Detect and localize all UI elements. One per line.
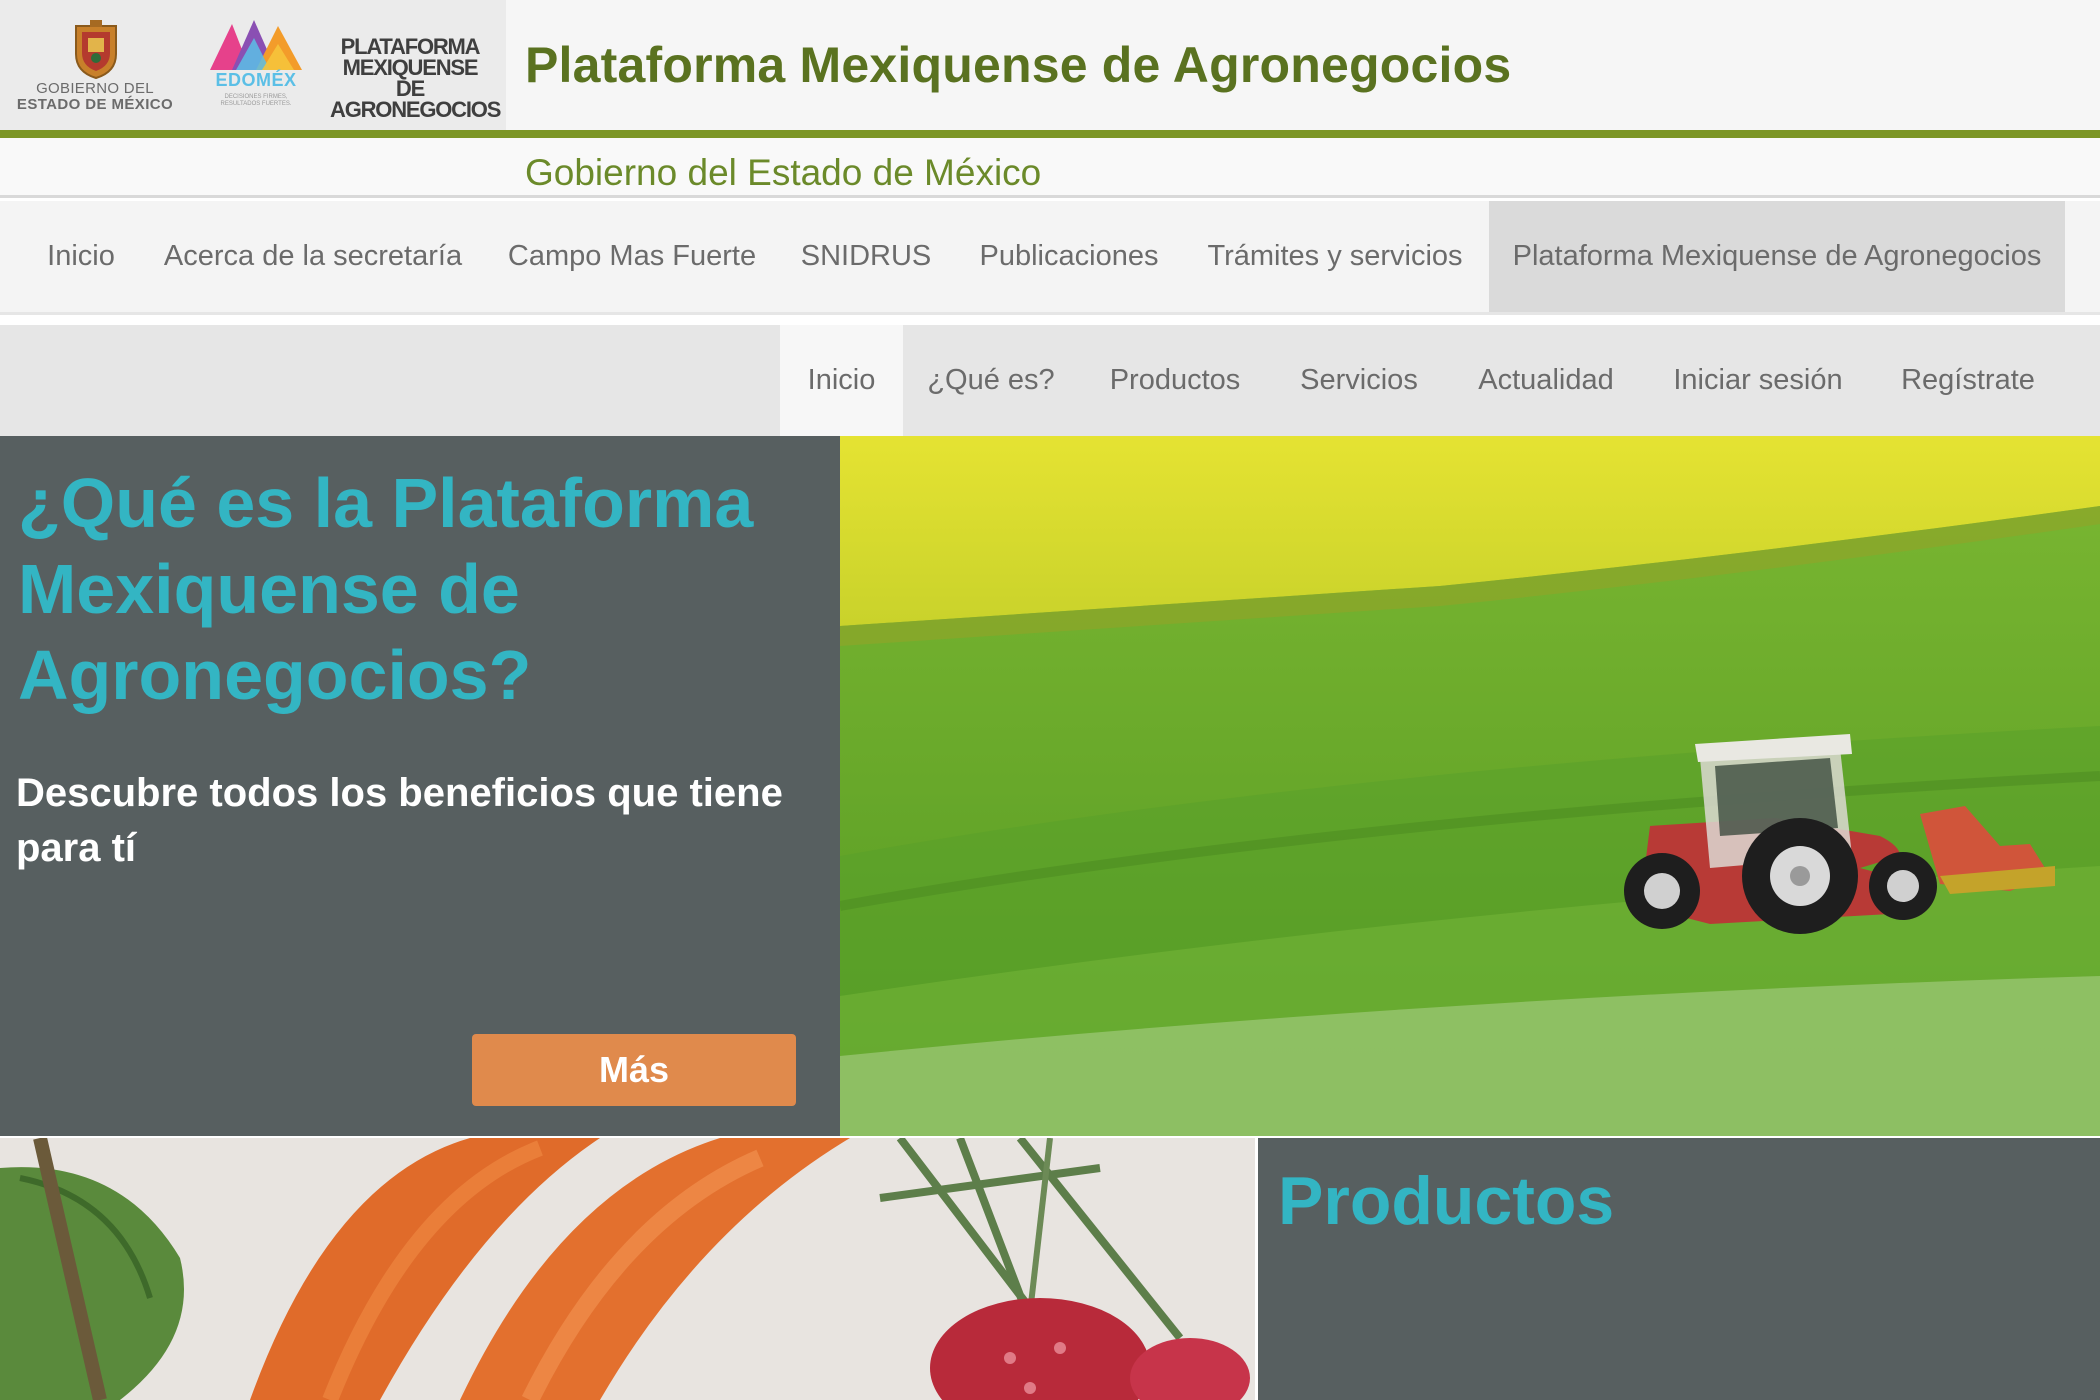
- tractor-field-image: [840, 436, 2100, 1136]
- gobierno-logo[interactable]: GOBIERNO DEL ESTADO DE MÉXICO: [10, 16, 180, 116]
- site-header: GOBIERNO DEL ESTADO DE MÉXICO EDOMÉX DEC…: [0, 0, 2100, 130]
- main-nav-campo[interactable]: Campo Mas Fuerte: [492, 201, 772, 312]
- sub-nav-que-es[interactable]: ¿Qué es?: [916, 325, 1066, 436]
- header-divider: [0, 130, 2100, 138]
- main-nav-acerca[interactable]: Acerca de la secretaría: [160, 201, 466, 312]
- sub-nav-actualidad[interactable]: Actualidad: [1462, 325, 1630, 436]
- main-nav-publicaciones[interactable]: Publicaciones: [966, 201, 1172, 312]
- products-title[interactable]: Productos: [1278, 1162, 1614, 1240]
- main-nav: Inicio Acerca de la secretaría Campo Mas…: [0, 201, 2100, 315]
- sub-nav-registrate[interactable]: Regístrate: [1890, 325, 2046, 436]
- hero-panel: ¿Qué es la Plataforma Mexiquense de Agro…: [0, 436, 840, 1136]
- tractor-field-illustration: [840, 436, 2100, 1136]
- sub-nav: Inicio ¿Qué es? Productos Servicios Actu…: [0, 325, 2100, 436]
- main-nav-plataforma[interactable]: Plataforma Mexiquense de Agronegocios: [1489, 201, 2065, 312]
- sub-nav-iniciar-sesion[interactable]: Iniciar sesión: [1660, 325, 1856, 436]
- main-nav-tramites[interactable]: Trámites y servicios: [1196, 201, 1474, 312]
- more-button[interactable]: Más: [472, 1034, 796, 1106]
- sub-nav-inicio[interactable]: Inicio: [780, 325, 903, 436]
- edomex-logo-tagline: DECISIONES FIRMES, RESULTADOS FUERTES.: [220, 94, 292, 107]
- platform-logo[interactable]: PLATAFORMA MEXIQUENSE DE AGRONEGOCIOS: [330, 36, 501, 121]
- edomex-logo[interactable]: EDOMÉX DECISIONES FIRMES, RESULTADOS FUE…: [206, 16, 306, 116]
- gobierno-logo-line1: GOBIERNO DEL: [36, 80, 154, 97]
- vegetables-image: [0, 1138, 1255, 1400]
- sub-nav-servicios[interactable]: Servicios: [1282, 325, 1436, 436]
- site-title: Plataforma Mexiquense de Agronegocios: [525, 37, 1512, 93]
- edomex-mountains-icon: [210, 20, 302, 70]
- subheader: Gobierno del Estado de México: [0, 138, 2100, 198]
- main-nav-snidrus[interactable]: SNIDRUS: [790, 201, 942, 312]
- government-subtitle: Gobierno del Estado de México: [525, 152, 1042, 193]
- logo-block: GOBIERNO DEL ESTADO DE MÉXICO EDOMÉX DEC…: [0, 0, 506, 130]
- hero-title: ¿Qué es la Plataforma Mexiquense de Agro…: [18, 464, 754, 714]
- main-nav-inicio[interactable]: Inicio: [20, 201, 142, 312]
- products-panel: Productos: [1258, 1138, 2100, 1400]
- gobierno-logo-line2: ESTADO DE MÉXICO: [16, 96, 174, 113]
- edomex-logo-text: EDOMÉX: [215, 70, 297, 90]
- hero-text: Descubre todos los beneficios que tiene …: [16, 771, 783, 870]
- vegetables-illustration: [0, 1138, 1255, 1400]
- coat-of-arms-icon: [75, 20, 117, 80]
- sub-nav-productos[interactable]: Productos: [1090, 325, 1260, 436]
